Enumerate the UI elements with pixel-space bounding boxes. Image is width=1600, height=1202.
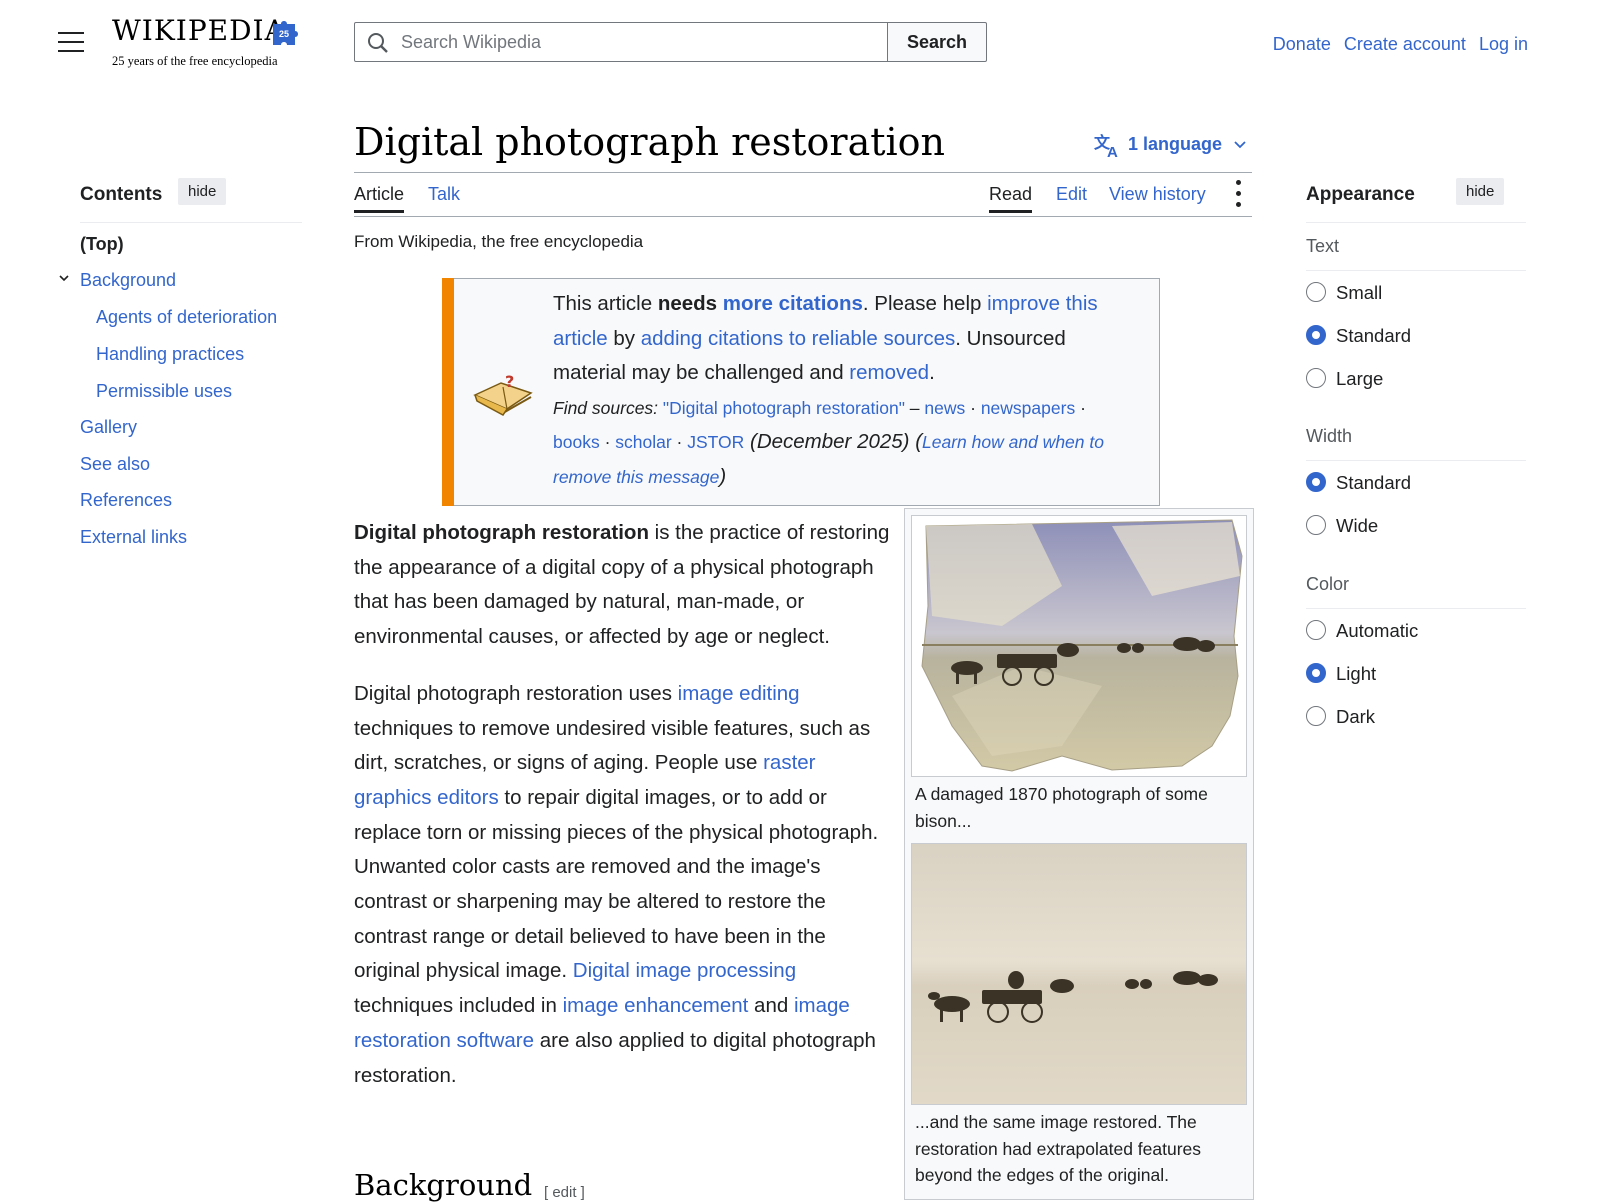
- tab-read[interactable]: Read: [989, 184, 1033, 213]
- personal-tools: Donate Create account Log in: [1265, 34, 1528, 55]
- color-group-label: Color: [1306, 574, 1350, 594]
- find-sources-scholar-link[interactable]: scholar: [615, 432, 671, 452]
- removed-link[interactable]: removed: [849, 361, 929, 384]
- toc-item-top[interactable]: (Top): [80, 234, 124, 255]
- language-button-label: 1 language: [1128, 133, 1223, 154]
- notice-text: This article needs more citations. Pleas…: [553, 292, 1104, 488]
- toc-divider: [80, 222, 302, 223]
- figure-caption-1: A damaged 1870 photograph of some bison.…: [915, 784, 1208, 831]
- appearance-heading: Appearance: [1306, 184, 1415, 205]
- chevron-down-icon: [1234, 141, 1246, 149]
- search-field[interactable]: [354, 22, 888, 62]
- toc-item-references[interactable]: References: [80, 490, 172, 511]
- text-size-group-label: Text: [1306, 236, 1340, 256]
- find-sources-news-link[interactable]: news: [924, 398, 965, 418]
- radio-width-standard[interactable]: Standard: [1306, 472, 1411, 494]
- radio-circle: [1306, 368, 1326, 389]
- find-sources-newspapers-link[interactable]: newspapers: [981, 398, 1075, 418]
- question-book-icon: ?: [473, 372, 533, 416]
- image-enhancement-link[interactable]: image enhancement: [563, 994, 749, 1017]
- wikipedia-wordmark[interactable]: WIKIPEDIA: [112, 14, 286, 47]
- search-input[interactable]: [399, 31, 873, 54]
- tab-view-history[interactable]: View history: [1109, 184, 1206, 205]
- appearance-hide-button[interactable]: hide: [1456, 178, 1505, 205]
- logo-tagline: 25 years of the free encyclopedia: [112, 54, 278, 68]
- donate-link[interactable]: Donate: [1273, 34, 1331, 54]
- radio-color-light[interactable]: Light: [1306, 663, 1376, 685]
- radio-circle-selected: [1306, 663, 1326, 684]
- radio-text-small[interactable]: Small: [1306, 282, 1382, 304]
- create-account-link[interactable]: Create account: [1344, 34, 1466, 54]
- toc-heading: Contents: [80, 184, 163, 205]
- radio-circle-selected: [1306, 325, 1326, 346]
- wikipedia-25-puzzle-logo: 25: [273, 21, 298, 45]
- hamburger-line: [58, 32, 84, 34]
- find-sources-query-link[interactable]: "Digital photograph restoration": [663, 398, 905, 418]
- group-divider: [1306, 460, 1526, 461]
- radio-circle: [1306, 620, 1326, 641]
- radio-color-dark[interactable]: Dark: [1306, 706, 1375, 728]
- toc-item-gallery[interactable]: Gallery: [80, 417, 137, 438]
- citation-needed-notice: ? This article needs more citations. Ple…: [442, 278, 1160, 506]
- tab-edit[interactable]: Edit: [1056, 184, 1087, 205]
- toc-item-permissible-uses[interactable]: Permissible uses: [96, 381, 232, 402]
- more-citations-link[interactable]: more citations: [723, 292, 863, 315]
- figure-caption-2: ...and the same image restored. The rest…: [915, 1112, 1202, 1185]
- radio-width-wide[interactable]: Wide: [1306, 515, 1378, 537]
- hamburger-line: [58, 50, 84, 52]
- group-divider: [1306, 270, 1526, 271]
- lead-paragraph-1: Digital photograph restoration is the pr…: [354, 521, 890, 649]
- chevron-down-icon[interactable]: [58, 272, 70, 284]
- section-edit-link[interactable]: [ edit ]: [544, 1184, 585, 1201]
- digital-image-processing-link[interactable]: Digital image processing: [573, 959, 796, 982]
- radio-text-large[interactable]: Large: [1306, 368, 1383, 390]
- section-heading-background: Background: [354, 1168, 533, 1202]
- translate-icon: 文 A: [1094, 133, 1118, 161]
- page-title: Digital photograph restoration: [354, 120, 946, 164]
- radio-circle-selected: [1306, 472, 1326, 493]
- group-divider: [1306, 608, 1526, 609]
- find-sources-jstor-link[interactable]: JSTOR: [687, 432, 744, 452]
- damaged-photo-image[interactable]: [911, 515, 1247, 777]
- hamburger-line: [58, 41, 84, 43]
- radio-circle: [1306, 706, 1326, 727]
- svg-text:?: ?: [505, 372, 514, 391]
- tab-article[interactable]: Article: [354, 184, 405, 213]
- more-actions-icon[interactable]: [1236, 180, 1242, 210]
- adding-citations-link[interactable]: adding citations to reliable sources: [641, 327, 956, 350]
- main-menu-button[interactable]: [58, 32, 84, 54]
- appearance-divider: [1306, 222, 1526, 223]
- search-icon: [368, 33, 388, 53]
- notice-accent-bar: [442, 278, 454, 506]
- radio-text-standard[interactable]: Standard: [1306, 325, 1411, 347]
- tabs-divider: [354, 216, 1252, 217]
- toc-hide-button[interactable]: hide: [178, 178, 227, 205]
- search-button[interactable]: Search: [887, 22, 987, 62]
- lead-paragraph-2: Digital photograph restoration uses imag…: [354, 681, 879, 1087]
- tab-talk[interactable]: Talk: [428, 184, 460, 205]
- toc-item-handling-practices[interactable]: Handling practices: [96, 344, 244, 365]
- log-in-link[interactable]: Log in: [1479, 34, 1528, 54]
- radio-circle: [1306, 515, 1326, 536]
- site-subtitle: From Wikipedia, the free encyclopedia: [354, 232, 644, 251]
- language-button[interactable]: 文 A 1 language: [1094, 132, 1253, 161]
- find-sources-books-link[interactable]: books: [553, 432, 600, 452]
- restored-photo-illustration: [912, 971, 1246, 1104]
- radio-circle: [1306, 282, 1326, 303]
- restored-photo-image[interactable]: [911, 843, 1247, 1105]
- toc-item-background[interactable]: Background: [80, 270, 176, 291]
- toc-item-external-links[interactable]: External links: [80, 527, 187, 548]
- image-figure: A damaged 1870 photograph of some bison.…: [904, 508, 1254, 1200]
- width-group-label: Width: [1306, 426, 1353, 446]
- logo-badge-text: 25: [279, 29, 289, 39]
- svg-text:A: A: [1107, 144, 1118, 158]
- radio-color-automatic[interactable]: Automatic: [1306, 620, 1418, 642]
- damaged-photo-illustration: [921, 519, 1243, 772]
- title-divider: [354, 172, 1252, 173]
- toc-item-see-also[interactable]: See also: [80, 454, 150, 475]
- image-editing-link[interactable]: image editing: [678, 682, 800, 705]
- article-body: Digital photograph restoration is the pr…: [354, 516, 892, 1115]
- toc-item-agents-of-deterioration[interactable]: Agents of deterioration: [96, 307, 277, 328]
